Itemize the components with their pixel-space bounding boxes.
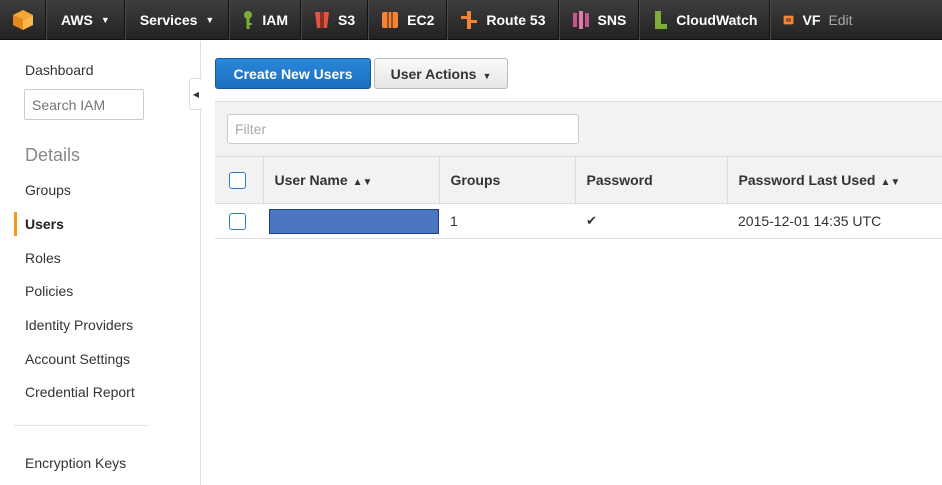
- edit-shortcuts-link[interactable]: Edit: [822, 0, 858, 40]
- user-name-cell: [263, 203, 439, 239]
- column-groups-label: Groups: [450, 172, 501, 188]
- sidebar-item-roles[interactable]: Roles: [25, 250, 61, 266]
- sidebar-item-groups[interactable]: Groups: [25, 182, 71, 198]
- aws-menu[interactable]: AWS ▼: [46, 0, 125, 40]
- sort-icon: ▲▼: [352, 177, 373, 188]
- cloudwatch-icon: [655, 10, 668, 29]
- shortcut-iam[interactable]: IAM: [229, 0, 302, 40]
- shortcut-ec2-label: EC2: [407, 11, 435, 28]
- filter-input[interactable]: [227, 114, 579, 144]
- ec2-instance-icon: [382, 11, 399, 28]
- shortcut-cloudwatch[interactable]: CloudWatch: [639, 0, 771, 40]
- vpc-icon: [784, 15, 794, 24]
- column-password-last-used[interactable]: Password Last Used ▲▼: [727, 156, 942, 204]
- edit-shortcuts-label: Edit: [828, 11, 853, 28]
- shortcut-s3-label: S3: [338, 11, 356, 28]
- select-all-cell: [215, 156, 264, 204]
- table-row[interactable]: 1 ✔ 2015-12-01 14:35 UTC: [215, 203, 942, 239]
- route53-icon: [461, 10, 478, 29]
- create-new-users-button[interactable]: Create New Users: [215, 58, 371, 89]
- shortcut-ec2[interactable]: EC2: [368, 0, 448, 40]
- column-groups: Groups: [439, 156, 576, 204]
- caret-down-icon: ▼: [482, 70, 492, 81]
- sns-icon: [572, 10, 589, 29]
- top-navigation-bar: AWS ▼ Services ▼ IAM S3 EC2 Route 53 SNS…: [0, 0, 942, 40]
- user-actions-label: User Actions: [390, 65, 477, 82]
- column-user-name-label: User Name: [274, 172, 348, 188]
- chevron-down-icon: ▼: [205, 14, 215, 25]
- shortcut-iam-label: IAM: [262, 11, 289, 28]
- sidebar: Dashboard Details Groups Users Roles Pol…: [0, 41, 201, 485]
- services-menu-label: Services: [139, 11, 198, 28]
- select-all-checkbox[interactable]: [229, 171, 246, 189]
- row-select-cell: [215, 203, 263, 239]
- password-last-used-cell: 2015-12-01 14:35 UTC: [727, 203, 942, 239]
- shortcut-sns-label: SNS: [597, 11, 627, 28]
- sidebar-section-title: Details: [25, 145, 81, 165]
- shortcut-cloudwatch-label: CloudWatch: [676, 11, 758, 28]
- row-checkbox[interactable]: [229, 212, 246, 230]
- chevron-down-icon: ▼: [100, 14, 110, 25]
- shortcut-s3[interactable]: S3: [301, 0, 369, 40]
- aws-cube-logo-icon[interactable]: [0, 0, 46, 40]
- services-menu[interactable]: Services ▼: [124, 0, 230, 40]
- shortcut-route53-label: Route 53: [486, 11, 546, 28]
- column-password: Password: [575, 156, 728, 204]
- s3-bucket-icon: [315, 11, 330, 28]
- sidebar-item-account-settings[interactable]: Account Settings: [25, 351, 130, 367]
- iam-key-icon: [244, 10, 253, 29]
- sort-icon: ▲▼: [880, 177, 901, 188]
- search-iam-input[interactable]: [24, 89, 144, 120]
- shortcut-sns[interactable]: SNS: [558, 0, 640, 40]
- sidebar-item-users[interactable]: Users: [25, 216, 64, 232]
- column-user-name[interactable]: User Name ▲▼: [263, 156, 440, 204]
- sidebar-item-dashboard[interactable]: Dashboard: [25, 62, 94, 78]
- password-check-icon: ✔: [575, 203, 727, 239]
- aws-menu-label: AWS: [61, 11, 93, 28]
- collapse-sidebar-button[interactable]: ◀: [189, 78, 202, 110]
- shortcut-vpc-label: VF: [802, 11, 821, 28]
- shortcut-vpc[interactable]: VF: [770, 0, 820, 40]
- user-actions-button[interactable]: User Actions ▼: [374, 58, 508, 89]
- column-password-label: Password: [586, 172, 653, 188]
- sidebar-item-identity-providers[interactable]: Identity Providers: [25, 317, 133, 333]
- filter-panel: [215, 101, 942, 156]
- users-table: User Name ▲▼ Groups Password Password Las…: [215, 156, 942, 239]
- redacted-user-name[interactable]: [269, 208, 439, 234]
- shortcut-route53[interactable]: Route 53: [447, 0, 559, 40]
- sidebar-item-policies[interactable]: Policies: [25, 283, 73, 299]
- column-password-last-used-label: Password Last Used: [738, 172, 876, 188]
- sidebar-divider: [15, 425, 149, 426]
- sidebar-item-credential-report[interactable]: Credential Report: [25, 384, 135, 400]
- active-indicator: [14, 212, 17, 236]
- caret-left-icon: ◀: [192, 89, 200, 99]
- groups-cell: 1: [439, 203, 575, 239]
- table-header-row: User Name ▲▼ Groups Password Password Las…: [215, 156, 942, 204]
- sidebar-item-encryption-keys[interactable]: Encryption Keys: [25, 455, 126, 471]
